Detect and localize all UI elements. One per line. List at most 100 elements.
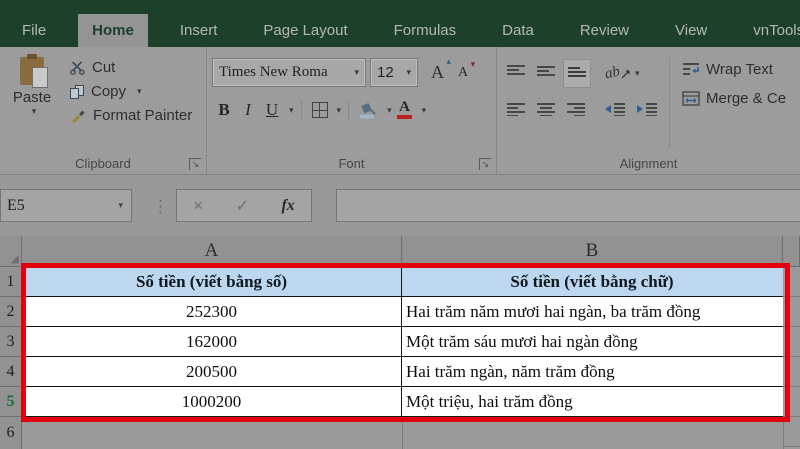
font-group-label: Font [207, 156, 496, 171]
merge-center-button[interactable]: Merge & Ce [682, 90, 786, 107]
underline-button[interactable]: U [261, 98, 283, 122]
row-header-6[interactable]: 6 [0, 417, 22, 449]
cell-a5[interactable]: 1000200 [22, 387, 402, 416]
clipboard-dialog-launcher[interactable]: ↘ [189, 158, 201, 170]
tab-review[interactable]: Review [566, 14, 643, 47]
increase-font-letter: A [431, 62, 444, 82]
align-left-button[interactable] [503, 98, 529, 125]
row-header-3[interactable]: 3 [0, 327, 22, 357]
excel-window: File Home Insert Page Layout Formulas Da… [0, 0, 800, 449]
center-icon [536, 102, 556, 116]
tab-home[interactable]: Home [78, 14, 148, 47]
font-name-dropdown-icon[interactable]: ▾ [354, 67, 359, 78]
borders-button[interactable] [309, 98, 331, 122]
borders-icon [312, 102, 328, 118]
font-group: Times New Roma ▾ 12 ▾ A ▴ A ▾ B I [207, 47, 497, 174]
name-box-dropdown-icon[interactable]: ▾ [118, 200, 123, 211]
increase-font-size-button[interactable]: A ▴ [431, 62, 444, 83]
font-color-dropdown-icon[interactable]: ▾ [422, 105, 427, 116]
copy-button[interactable]: Copy ▾ [70, 83, 192, 100]
format-painter-label: Format Painter [93, 107, 192, 124]
decrease-font-letter: A [458, 65, 468, 80]
select-all-corner[interactable]: ◢ [0, 236, 22, 267]
formula-input[interactable] [336, 189, 800, 222]
insert-function-button[interactable]: fx [281, 197, 294, 215]
top-align-icon [506, 64, 526, 78]
cell-b1[interactable]: Số tiền (viết bằng chữ) [402, 267, 782, 296]
merge-center-icon [682, 91, 700, 106]
row-header-4[interactable]: 4 [0, 357, 22, 387]
paste-button[interactable]: Paste ▾ [6, 53, 58, 124]
ribbon-tab-bar: File Home Insert Page Layout Formulas Da… [0, 0, 800, 47]
column-header-b[interactable]: B [402, 236, 783, 267]
font-name-combobox[interactable]: Times New Roma ▾ [213, 59, 365, 86]
italic-button[interactable]: I [237, 98, 259, 122]
cell-b4[interactable]: Hai trăm ngàn, năm trăm đồng [402, 357, 782, 386]
tab-file[interactable]: File [8, 14, 60, 47]
borders-dropdown-icon[interactable]: ▾ [337, 105, 342, 116]
copy-dropdown-icon[interactable]: ▾ [137, 86, 142, 97]
divider [301, 100, 302, 120]
underline-dropdown-icon[interactable]: ▾ [289, 105, 294, 116]
tab-formulas[interactable]: Formulas [380, 14, 471, 47]
font-size-dropdown-icon[interactable]: ▾ [406, 67, 411, 78]
increase-indent-icon [636, 102, 658, 116]
font-size-combobox[interactable]: 12 ▾ [371, 59, 417, 86]
cell-a2[interactable]: 252300 [22, 297, 402, 326]
cell-a4[interactable]: 200500 [22, 357, 402, 386]
cell-b3[interactable]: Một trăm sáu mươi hai ngàn đồng [402, 327, 782, 356]
increase-font-arrow-icon: ▴ [446, 56, 451, 67]
decrease-indent-icon [604, 102, 626, 116]
cell-a1[interactable]: Số tiền (viết bằng số) [22, 267, 402, 296]
copy-label: Copy [91, 83, 126, 100]
font-color-letter: A [399, 101, 410, 114]
center-button[interactable] [533, 98, 559, 125]
tab-vntools[interactable]: vnTools [739, 14, 800, 47]
decrease-font-size-button[interactable]: A ▾ [458, 65, 468, 81]
fill-color-button[interactable] [356, 98, 381, 122]
cell-b5[interactable]: Một triệu, hai trăm đồng [402, 387, 782, 416]
tab-view[interactable]: View [661, 14, 721, 47]
fill-color-icon [359, 102, 378, 119]
increase-indent-button[interactable] [633, 98, 661, 125]
cut-button[interactable]: Cut [70, 59, 192, 76]
enter-button[interactable]: ✓ [236, 196, 249, 216]
fill-color-dropdown-icon[interactable]: ▾ [387, 105, 392, 116]
row-header-5[interactable]: 5 [0, 387, 22, 417]
middle-align-button[interactable] [533, 60, 559, 87]
font-color-button[interactable]: A [394, 98, 416, 122]
tab-page-layout[interactable]: Page Layout [249, 14, 361, 47]
column-header-a[interactable]: A [22, 236, 402, 267]
bold-button[interactable]: B [213, 98, 235, 122]
font-size-value: 12 [377, 64, 394, 81]
formula-bar-resize-dots[interactable]: ⋮ [152, 197, 169, 217]
table-row: 200500 Hai trăm ngàn, năm trăm đồng [22, 357, 783, 387]
top-align-button[interactable] [503, 60, 529, 87]
font-dialog-launcher[interactable]: ↘ [479, 158, 491, 170]
row-header-1[interactable]: 1 [0, 267, 22, 297]
decrease-indent-button[interactable] [601, 98, 629, 125]
table-cells: Số tiền (viết bằng số) Số tiền (viết bằn… [22, 267, 783, 417]
wrap-text-button[interactable]: Wrap Text [682, 61, 786, 78]
table-row: Số tiền (viết bằng số) Số tiền (viết bằn… [22, 267, 783, 297]
tab-data[interactable]: Data [488, 14, 548, 47]
row-header-2[interactable]: 2 [0, 297, 22, 327]
cell-a3[interactable]: 162000 [22, 327, 402, 356]
gridlines [783, 267, 800, 449]
scissors-icon [70, 60, 85, 75]
tab-insert[interactable]: Insert [166, 14, 232, 47]
cancel-button[interactable]: × [193, 196, 203, 216]
orientation-button[interactable]: ab ▾ [605, 65, 640, 82]
align-right-icon [566, 102, 586, 116]
clipboard-group: Paste ▾ Cut Copy ▾ Format Pain [0, 47, 207, 174]
align-right-button[interactable] [563, 98, 589, 125]
format-painter-button[interactable]: Format Painter [70, 107, 192, 124]
name-box[interactable]: E5 ▾ [0, 189, 132, 222]
paste-dropdown-icon[interactable]: ▾ [32, 106, 37, 117]
merge-center-label: Merge & Ce [706, 90, 786, 107]
bottom-align-button[interactable] [563, 59, 591, 88]
cell-b2[interactable]: Hai trăm năm mươi hai ngàn, ba trăm đồng [402, 297, 782, 326]
orientation-dropdown-icon[interactable]: ▾ [635, 68, 640, 79]
column-header-c[interactable] [783, 236, 800, 267]
gridline [783, 417, 784, 449]
